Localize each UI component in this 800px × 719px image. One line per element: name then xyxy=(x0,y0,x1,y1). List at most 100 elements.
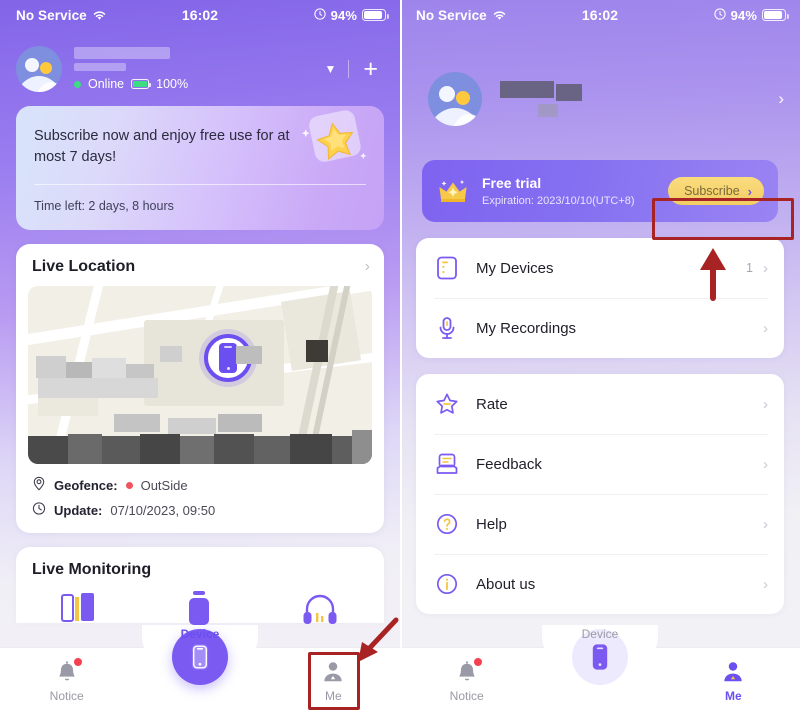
live-location-title: Live Location xyxy=(32,258,136,275)
chevron-right-icon[interactable]: › xyxy=(365,259,370,275)
tab-device[interactable]: Device xyxy=(533,627,666,685)
wifi-icon xyxy=(492,10,507,21)
chevron-right-icon: › xyxy=(763,395,768,413)
masked-username-tertiary xyxy=(538,104,558,117)
chevron-down-icon[interactable]: ▼ xyxy=(313,56,349,82)
menu-item-feedback[interactable]: Feedback › xyxy=(416,434,784,494)
carrier-label: No Service xyxy=(416,7,487,23)
live-monitoring-icons xyxy=(32,579,384,630)
alarm-icon xyxy=(714,7,726,23)
star-icon xyxy=(434,391,460,417)
left-phone-screen: No Service 16:02 94% Online 100% ▼ + Sub… xyxy=(0,0,400,719)
headphones-icon[interactable] xyxy=(302,591,338,630)
masked-username xyxy=(74,47,170,59)
panel-divider xyxy=(400,0,402,719)
subscribe-time-left: Time left: 2 days, 8 hours xyxy=(34,199,174,213)
live-monitoring-title: Live Monitoring xyxy=(32,561,152,578)
notice-badge xyxy=(473,658,482,666)
trial-texts: Free trial Expiration: 2023/10/10(UTC+8) xyxy=(482,175,635,207)
menu-item-right: › xyxy=(763,516,768,533)
live-location-card[interactable]: Live Location › Geofence: OutSide Update… xyxy=(16,244,384,533)
status-bar-left: No Service 16:02 94% xyxy=(0,0,400,30)
device-battery-label: 100% xyxy=(156,77,189,91)
tab-me[interactable]: Me xyxy=(267,647,400,703)
tab-notice-label: Notice xyxy=(449,689,484,703)
chevron-right-icon: › xyxy=(763,259,768,277)
update-value: 07/10/2023, 09:50 xyxy=(110,502,216,518)
profile-header-left[interactable]: Online 100% ▼ + xyxy=(0,30,400,92)
free-trial-card[interactable]: Free trial Expiration: 2023/10/10(UTC+8)… xyxy=(422,160,778,222)
status-bar-left-group: No Service xyxy=(416,8,507,23)
tab-notice[interactable]: Notice xyxy=(0,647,133,703)
tab-device[interactable]: Device xyxy=(133,627,266,685)
status-bar-left-group: No Service xyxy=(16,8,107,23)
free-trial-title: Free trial xyxy=(482,175,542,191)
menu-item-help[interactable]: Help › xyxy=(416,494,784,554)
profile-name-block: Online 100% xyxy=(74,47,188,91)
tab-bar-left: Notice Device Me xyxy=(0,625,400,719)
menu-item-my-recordings[interactable]: My Recordings › xyxy=(416,298,784,358)
inbox-icon xyxy=(434,451,460,477)
carrier-label: No Service xyxy=(16,7,87,23)
menu-item-right: › xyxy=(763,396,768,413)
menu-item-my-devices[interactable]: My Devices 1 › xyxy=(416,238,784,298)
profile-name-block xyxy=(500,81,582,117)
subscribe-banner-title: Subscribe now and enjoy free use for at … xyxy=(34,128,290,166)
avatar xyxy=(428,72,482,126)
live-location-header[interactable]: Live Location › xyxy=(16,244,384,286)
subscribe-button[interactable]: Subscribe › xyxy=(668,177,764,205)
online-status-dot xyxy=(74,80,81,88)
menu-item-right: › xyxy=(763,456,768,473)
books-icon[interactable] xyxy=(60,591,96,630)
masked-username-secondary xyxy=(556,84,582,101)
chevron-right-icon: › xyxy=(763,575,768,593)
wifi-icon xyxy=(92,10,107,21)
divider xyxy=(34,184,366,185)
menu-item-label: My Devices xyxy=(476,259,554,277)
crown-icon xyxy=(438,178,468,204)
status-bar-right: No Service 16:02 94% xyxy=(400,0,800,30)
device-count: 1 xyxy=(746,261,753,275)
tab-me-label: Me xyxy=(324,689,342,703)
tab-me[interactable]: Me xyxy=(667,647,800,703)
person-icon xyxy=(267,659,400,685)
avatar xyxy=(16,46,62,92)
menu-item-label: Feedback xyxy=(476,455,542,473)
menu-item-label: Rate xyxy=(476,395,508,413)
map-preview[interactable] xyxy=(28,286,372,464)
chevron-right-icon[interactable]: › xyxy=(778,89,784,109)
device-tablet-icon xyxy=(434,255,460,281)
menu-item-right: 1 › xyxy=(746,260,768,277)
tab-notice[interactable]: Notice xyxy=(400,647,533,703)
menu-item-label: About us xyxy=(476,575,536,593)
masked-username xyxy=(500,81,554,98)
chevron-right-icon: › xyxy=(763,455,768,473)
status-badge xyxy=(125,481,133,489)
free-trial-expiration: Expiration: 2023/10/10(UTC+8) xyxy=(482,195,635,207)
menu-item-right: › xyxy=(763,320,768,337)
chevron-right-icon: › xyxy=(763,319,768,337)
battery-percent-label: 94% xyxy=(730,7,757,23)
battery-icon xyxy=(762,9,789,21)
bell-icon xyxy=(400,658,533,685)
plus-icon[interactable]: + xyxy=(349,56,386,82)
update-row: Update: 07/10/2023, 09:50 xyxy=(32,501,368,519)
profile-header-right[interactable]: › xyxy=(400,30,800,126)
live-monitoring-card[interactable]: Live Monitoring xyxy=(16,547,384,625)
chevron-right-icon: › xyxy=(763,515,768,533)
screenshot-root: No Service 16:02 94% Online 100% ▼ + Sub… xyxy=(0,0,800,719)
status-bar-right-group: 94% xyxy=(714,7,789,23)
menu-card-devices: My Devices 1 › My Recordings › xyxy=(416,238,784,358)
question-circle-icon xyxy=(434,511,460,537)
menu-card-general: Rate › Feedback › Help › About us › xyxy=(416,374,784,614)
menu-item-label: My Recordings xyxy=(476,319,577,337)
mosaic-strip xyxy=(28,430,372,464)
battery-percent-label: 94% xyxy=(330,7,357,23)
bell-icon xyxy=(0,658,133,685)
menu-item-about-us[interactable]: About us › xyxy=(416,554,784,614)
menu-item-rate[interactable]: Rate › xyxy=(416,374,784,434)
subscribe-banner[interactable]: Subscribe now and enjoy free use for at … xyxy=(16,106,384,230)
subscribe-button-label: Subscribe xyxy=(684,184,740,198)
geofence-label: Geofence: xyxy=(54,477,118,493)
battery-icon xyxy=(362,9,389,21)
